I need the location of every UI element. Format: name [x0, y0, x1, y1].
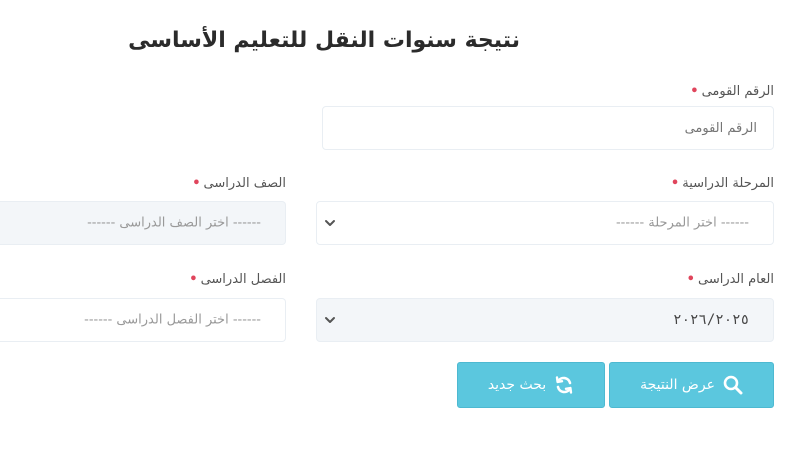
- required-mark: •: [670, 176, 680, 191]
- stage-select[interactable]: ------ اختر المرحلة ------: [316, 201, 774, 245]
- stage-select-value: ------ اختر المرحلة ------: [615, 215, 749, 231]
- academic-year-label-text: العام الدراسى: [697, 272, 774, 287]
- new-search-label: بحث جديد: [487, 377, 547, 393]
- stage-label: المرحلة الدراسية•: [671, 176, 774, 191]
- grade-select-value: ------ اختر الصف الدراسى ------: [87, 215, 261, 231]
- term-label: الفصل الدراسى•: [189, 272, 286, 287]
- grade-select[interactable]: ------ اختر الصف الدراسى ------: [0, 201, 286, 245]
- show-result-button[interactable]: عرض النتيجة: [609, 362, 774, 408]
- new-search-button[interactable]: بحث جديد: [457, 362, 605, 408]
- academic-year-select-value: ٢٠٢٦/٢٠٢٥: [673, 312, 749, 328]
- national-id-label-text: الرقم القومى: [701, 84, 774, 99]
- required-mark: •: [189, 272, 198, 287]
- chevron-down-icon: [325, 220, 335, 226]
- stage-label-text: المرحلة الدراسية: [682, 176, 774, 191]
- national-id-input[interactable]: [322, 106, 774, 150]
- term-label-text: الفصل الدراسى: [200, 272, 286, 287]
- show-result-label: عرض النتيجة: [640, 377, 715, 393]
- required-mark: •: [192, 176, 201, 191]
- grade-label: الصف الدراسى•: [192, 176, 286, 191]
- refresh-icon: [556, 376, 573, 394]
- national-id-label: الرقم القومى•: [690, 84, 774, 99]
- search-icon: [723, 375, 743, 395]
- term-select-value: ------ اختر الفصل الدراسى ------: [84, 312, 261, 328]
- chevron-down-icon: [325, 317, 335, 323]
- required-mark: •: [686, 272, 695, 287]
- page-title: نتيجة سنوات النقل للتعليم الأساسى: [128, 28, 520, 53]
- required-mark: •: [690, 84, 699, 99]
- term-select[interactable]: ------ اختر الفصل الدراسى ------: [0, 298, 286, 342]
- academic-year-label: العام الدراسى•: [687, 272, 774, 287]
- grade-label-text: الصف الدراسى: [203, 176, 286, 191]
- academic-year-select[interactable]: ٢٠٢٦/٢٠٢٥: [316, 298, 774, 342]
